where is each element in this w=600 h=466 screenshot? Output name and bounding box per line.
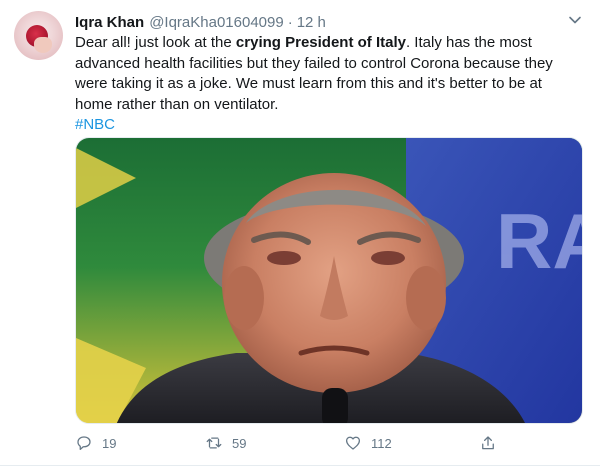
like-icon — [345, 436, 361, 450]
separator-dot: · — [287, 13, 293, 31]
tweet-text: Dear all! just look at the crying Presid… — [75, 33, 583, 136]
chevron-down-icon[interactable] — [567, 12, 583, 28]
share-icon — [482, 436, 494, 450]
tweet-header: Iqra Khan @IqraKha01604099 · 12 h — [75, 12, 326, 32]
avatar[interactable] — [14, 11, 63, 60]
like-button[interactable]: 112 — [344, 432, 392, 454]
tweet-text-bold: crying President of Italy — [235, 34, 406, 51]
retweet-icon — [206, 437, 222, 449]
tweet[interactable]: Iqra Khan @IqraKha01604099 · 12 h Dear a… — [0, 0, 600, 466]
share-button[interactable] — [479, 432, 506, 454]
hashtag-link[interactable]: #NBC — [75, 115, 583, 136]
reply-count: 19 — [102, 435, 117, 451]
avatar-hand-graphic — [34, 37, 52, 53]
photo-background-text: RA — [496, 197, 583, 285]
tweet-media-photo[interactable]: RA — [75, 137, 583, 424]
reply-icon — [77, 436, 91, 451]
tweet-text-part1: Dear all! just look at the — [75, 34, 236, 51]
tweet-timestamp[interactable]: 12 h — [297, 14, 326, 31]
like-count: 112 — [371, 435, 392, 451]
retweet-count: 59 — [232, 435, 247, 451]
photo-illustration: RA — [76, 138, 583, 423]
reply-button[interactable]: 19 — [75, 432, 116, 454]
author-name[interactable]: Iqra Khan — [75, 14, 144, 31]
retweet-button[interactable]: 59 — [205, 432, 246, 454]
tweet-actions: 19 59 112 — [75, 432, 515, 454]
author-handle[interactable]: @IqraKha01604099 — [149, 14, 284, 31]
